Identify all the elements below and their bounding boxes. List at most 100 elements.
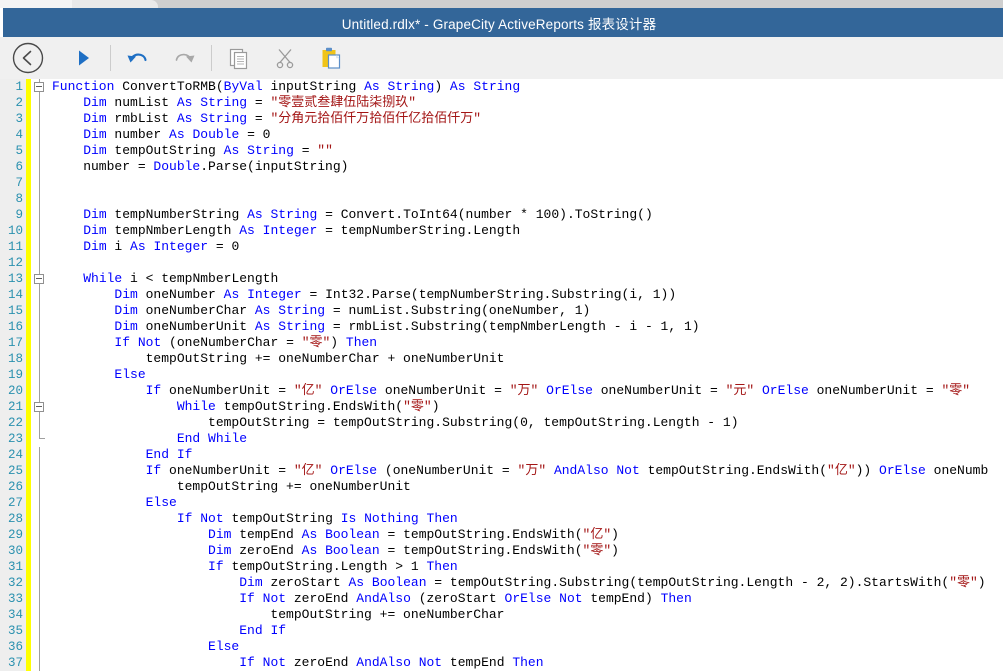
undo-button[interactable]	[115, 37, 161, 79]
fold-margin[interactable]	[31, 159, 48, 175]
code-line[interactable]: 35 End If	[0, 623, 1003, 639]
fold-margin[interactable]	[31, 255, 48, 271]
fold-margin[interactable]	[31, 607, 48, 623]
fold-margin[interactable]	[31, 415, 48, 431]
code-line-text[interactable]: Dim zeroStart As Boolean = tempOutString…	[50, 575, 1003, 591]
fold-margin[interactable]	[31, 223, 48, 239]
code-line-text[interactable]: number = Double.Parse(inputString)	[50, 159, 1003, 175]
code-line[interactable]: 34 tempOutString += oneNumberChar	[0, 607, 1003, 623]
code-line[interactable]: 21 While tempOutString.EndsWith("零")	[0, 399, 1003, 415]
fold-collapse-icon[interactable]	[34, 82, 44, 92]
code-line-text[interactable]: tempOutString += oneNumberChar	[50, 607, 1003, 623]
fold-margin[interactable]	[31, 319, 48, 335]
fold-margin[interactable]	[31, 111, 48, 127]
fold-margin[interactable]	[31, 575, 48, 591]
code-line[interactable]: 19 Else	[0, 367, 1003, 383]
fold-margin[interactable]	[31, 543, 48, 559]
code-line[interactable]: 37 If Not zeroEnd AndAlso Not tempEnd Th…	[0, 655, 1003, 671]
code-line[interactable]: 25 If oneNumberUnit = "亿" OrElse (oneNum…	[0, 463, 1003, 479]
code-line-text[interactable]: tempOutString += oneNumberChar + oneNumb…	[50, 351, 1003, 367]
code-line[interactable]: 1 Function ConvertToRMB(ByVal inputString…	[0, 79, 1003, 95]
code-line-text[interactable]: If oneNumberUnit = "亿" OrElse (oneNumber…	[50, 463, 1003, 479]
code-line-text[interactable]: Dim oneNumberUnit As String = rmbList.Su…	[50, 319, 1003, 335]
code-line[interactable]: 9 Dim tempNumberString As String = Conve…	[0, 207, 1003, 223]
code-line-text[interactable]: If oneNumberUnit = "亿" OrElse oneNumberU…	[50, 383, 1003, 399]
fold-margin[interactable]	[31, 591, 48, 607]
code-line-text[interactable]: If Not (oneNumberChar = "零") Then	[50, 335, 1003, 351]
fold-margin[interactable]	[31, 655, 48, 671]
code-line[interactable]: 28 If Not tempOutString Is Nothing Then	[0, 511, 1003, 527]
code-line[interactable]: 22 tempOutString = tempOutString.Substri…	[0, 415, 1003, 431]
code-line[interactable]: 7	[0, 175, 1003, 191]
code-line[interactable]: 17 If Not (oneNumberChar = "零") Then	[0, 335, 1003, 351]
code-line-text[interactable]: tempOutString = tempOutString.Substring(…	[50, 415, 1003, 431]
fold-margin[interactable]	[31, 559, 48, 575]
code-line-text[interactable]: Else	[50, 367, 1003, 383]
paste-button[interactable]	[308, 37, 354, 79]
code-line[interactable]: 13 While i < tempNmberLength	[0, 271, 1003, 287]
fold-margin[interactable]	[31, 351, 48, 367]
run-button[interactable]	[60, 37, 106, 79]
code-line[interactable]: 18 tempOutString += oneNumberChar + oneN…	[0, 351, 1003, 367]
fold-margin[interactable]	[31, 79, 48, 95]
code-line-text[interactable]: Else	[50, 639, 1003, 655]
code-line[interactable]: 27 Else	[0, 495, 1003, 511]
fold-margin[interactable]	[31, 143, 48, 159]
code-line[interactable]: 4 Dim number As Double = 0	[0, 127, 1003, 143]
code-line-text[interactable]: If tempOutString.Length > 1 Then	[50, 559, 1003, 575]
code-line[interactable]: 16 Dim oneNumberUnit As String = rmbList…	[0, 319, 1003, 335]
fold-margin[interactable]	[31, 175, 48, 191]
code-line-text[interactable]: Dim zeroEnd As Boolean = tempOutString.E…	[50, 543, 1003, 559]
code-line[interactable]: 14 Dim oneNumber As Integer = Int32.Pars…	[0, 287, 1003, 303]
code-line-text[interactable]: End If	[50, 623, 1003, 639]
code-line-text[interactable]: Dim number As Double = 0	[50, 127, 1003, 143]
code-line[interactable]: 33 If Not zeroEnd AndAlso (zeroStart OrE…	[0, 591, 1003, 607]
fold-margin[interactable]	[31, 623, 48, 639]
back-button[interactable]	[0, 37, 56, 79]
code-line-text[interactable]	[50, 175, 1003, 191]
code-line[interactable]: 15 Dim oneNumberChar As String = numList…	[0, 303, 1003, 319]
code-line[interactable]: 29 Dim tempEnd As Boolean = tempOutStrin…	[0, 527, 1003, 543]
code-editor[interactable]: 1 Function ConvertToRMB(ByVal inputString…	[0, 79, 1003, 671]
code-line-text[interactable]	[50, 255, 1003, 271]
code-line-text[interactable]: If Not zeroEnd AndAlso (zeroStart OrElse…	[50, 591, 1003, 607]
code-line-text[interactable]: Dim numList As String = "零壹贰叁肆伍陆柒捌玖"	[50, 95, 1003, 111]
code-line-text[interactable]: tempOutString += oneNumberUnit	[50, 479, 1003, 495]
code-line[interactable]: 30 Dim zeroEnd As Boolean = tempOutStrin…	[0, 543, 1003, 559]
fold-margin[interactable]	[31, 191, 48, 207]
code-line-text[interactable]: Dim oneNumberChar As String = numList.Su…	[50, 303, 1003, 319]
fold-margin[interactable]	[31, 399, 48, 415]
fold-margin[interactable]	[31, 303, 48, 319]
fold-margin[interactable]	[31, 127, 48, 143]
code-line[interactable]: 3 Dim rmbList As String = "分角元拾佰仟万拾佰仟亿拾佰…	[0, 111, 1003, 127]
code-line-text[interactable]: If Not tempOutString Is Nothing Then	[50, 511, 1003, 527]
fold-margin[interactable]	[31, 527, 48, 543]
code-line[interactable]: 23 End While	[0, 431, 1003, 447]
code-line-text[interactable]	[50, 191, 1003, 207]
code-line[interactable]: 31 If tempOutString.Length > 1 Then	[0, 559, 1003, 575]
fold-margin[interactable]	[31, 463, 48, 479]
code-line[interactable]: 11 Dim i As Integer = 0	[0, 239, 1003, 255]
code-line-text[interactable]: Dim tempEnd As Boolean = tempOutString.E…	[50, 527, 1003, 543]
code-line[interactable]: 6 number = Double.Parse(inputString)	[0, 159, 1003, 175]
fold-margin[interactable]	[31, 639, 48, 655]
code-line-text[interactable]: Dim tempNmberLength As Integer = tempNum…	[50, 223, 1003, 239]
code-line-text[interactable]: End While	[50, 431, 1003, 447]
code-line[interactable]: 36 Else	[0, 639, 1003, 655]
fold-margin[interactable]	[31, 447, 48, 463]
fold-margin[interactable]	[31, 207, 48, 223]
code-line-text[interactable]: Dim rmbList As String = "分角元拾佰仟万拾佰仟亿拾佰仟万…	[50, 111, 1003, 127]
code-line-text[interactable]: While tempOutString.EndsWith("零")	[50, 399, 1003, 415]
fold-margin[interactable]	[31, 287, 48, 303]
code-line-text[interactable]: Dim tempNumberString As String = Convert…	[50, 207, 1003, 223]
code-line[interactable]: 2 Dim numList As String = "零壹贰叁肆伍陆柒捌玖"	[0, 95, 1003, 111]
code-line[interactable]: 26 tempOutString += oneNumberUnit	[0, 479, 1003, 495]
code-line[interactable]: 24 End If	[0, 447, 1003, 463]
code-line-text[interactable]: Dim i As Integer = 0	[50, 239, 1003, 255]
fold-margin[interactable]	[31, 383, 48, 399]
fold-margin[interactable]	[31, 367, 48, 383]
code-line-text[interactable]: Else	[50, 495, 1003, 511]
code-line-text[interactable]: While i < tempNmberLength	[50, 271, 1003, 287]
code-line-text[interactable]: Dim tempOutString As String = ""	[50, 143, 1003, 159]
code-line-text[interactable]: End If	[50, 447, 1003, 463]
